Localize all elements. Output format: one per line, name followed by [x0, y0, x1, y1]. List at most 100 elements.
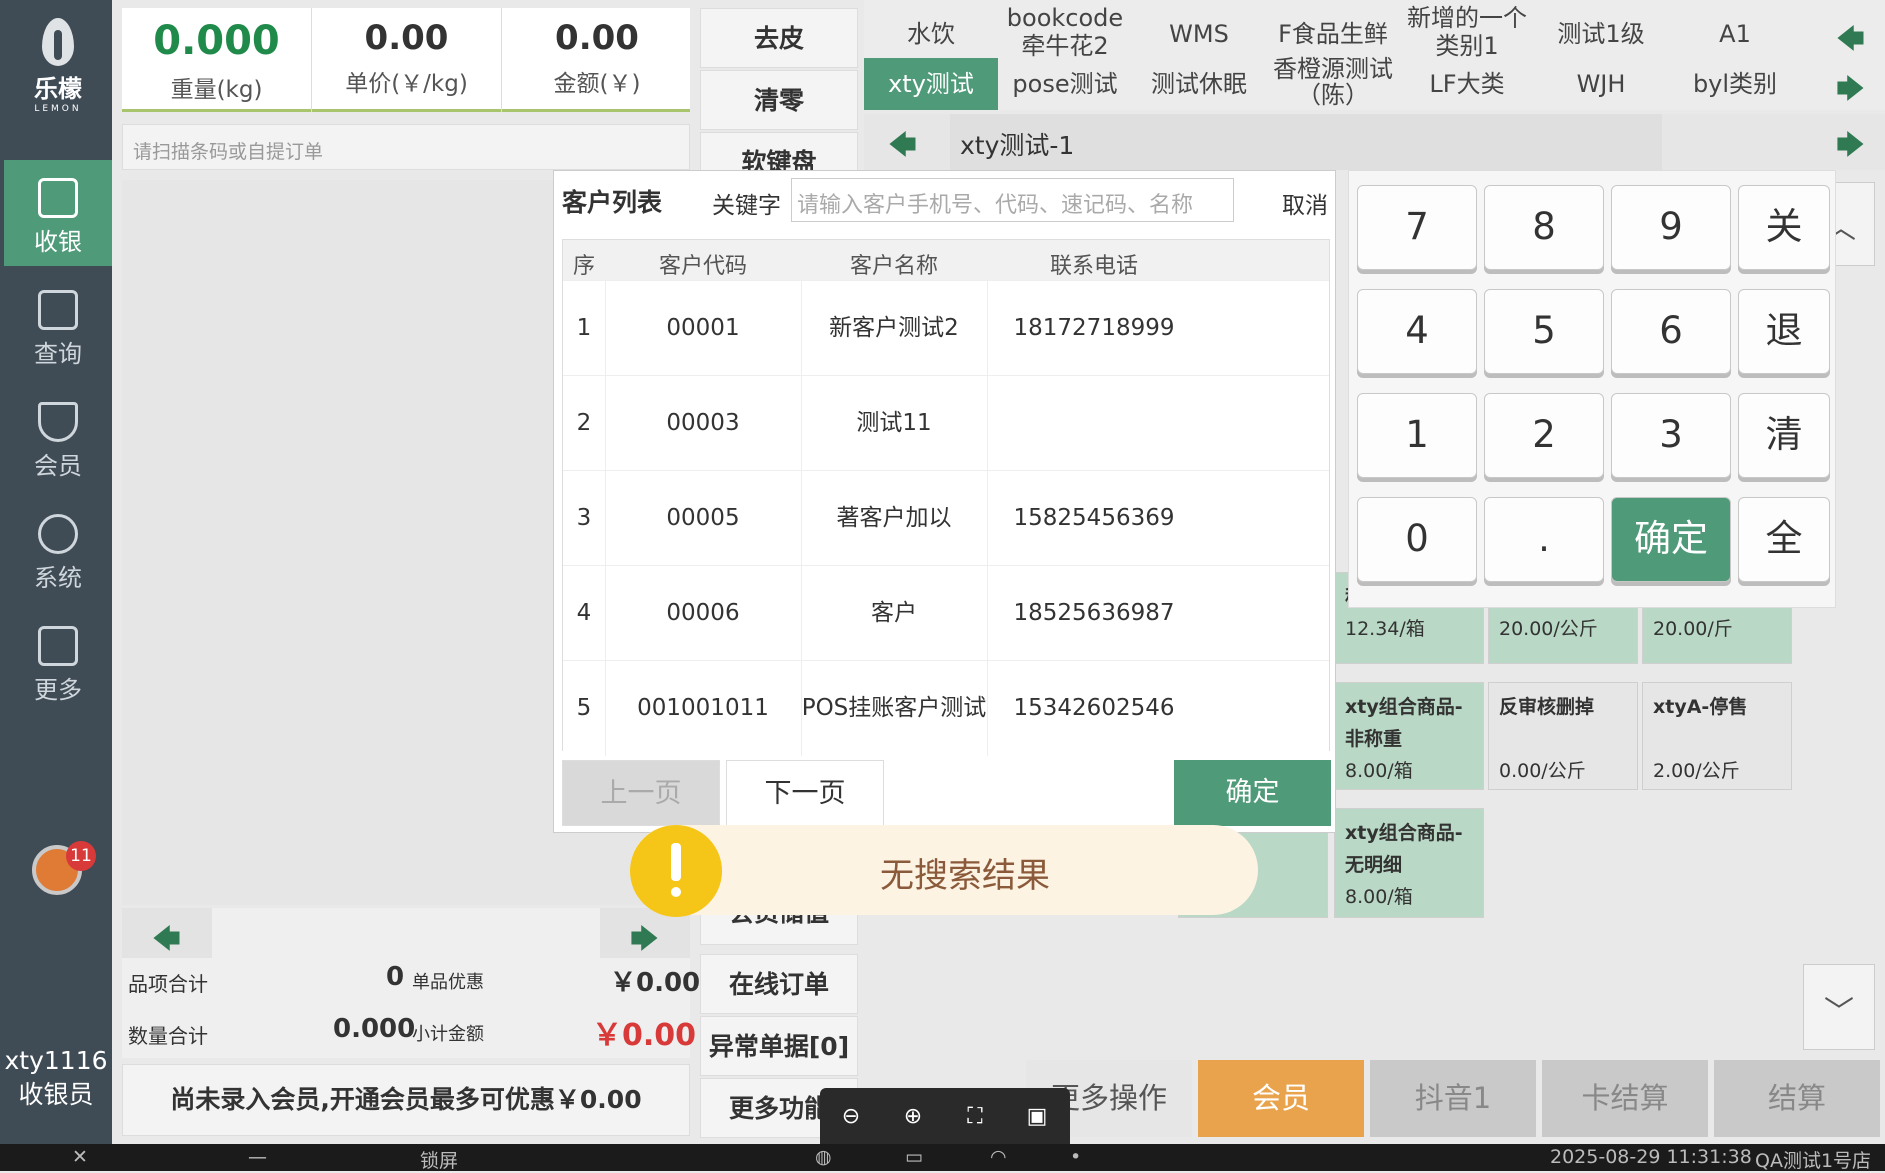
sidebar-item-query[interactable]: 查询 [4, 272, 112, 378]
table-row[interactable]: 4 00006 客户 18525636987 [563, 565, 1329, 661]
cell-phone: 15825456369 [1013, 505, 1175, 531]
key-backspace[interactable]: 退 [1738, 289, 1830, 374]
subcategory-prev-arrow-icon[interactable]: 🡄 [888, 124, 917, 172]
status-dot-icon: • [1070, 1146, 1082, 1168]
checkout-button[interactable]: 结算 [1714, 1060, 1880, 1137]
key-0[interactable]: 0 [1357, 497, 1477, 582]
items-total-label: 品项合计 [128, 972, 208, 996]
minimize-icon[interactable]: — [248, 1146, 267, 1168]
col-phone: 联系电话 [1049, 254, 1138, 279]
category-item-selected[interactable]: xty测试 [864, 58, 998, 110]
tare-button[interactable]: 去皮 [700, 8, 858, 68]
category-item[interactable]: WJH [1534, 70, 1668, 98]
lock-screen-button[interactable]: 锁屏 [420, 1146, 458, 1173]
subtotal-label: 小计金额 [412, 1024, 484, 1045]
sidebar-item-more[interactable]: 更多 [4, 608, 112, 714]
zoom-toolbar: ⊖ ⊕ ⛶ ▣ [820, 1088, 1070, 1152]
zoom-in-icon[interactable]: ⊕ [898, 1104, 928, 1134]
zoom-out-icon[interactable]: ⊖ [836, 1104, 866, 1134]
product-card[interactable]: xty组合商品- 无明细 8.00/箱 [1334, 808, 1484, 918]
online-orders-button[interactable]: 在线订单 [700, 954, 858, 1014]
key-1[interactable]: 1 [1357, 393, 1477, 478]
present-icon[interactable]: ▣ [1022, 1104, 1052, 1134]
category-item[interactable]: WMS [1132, 20, 1266, 48]
member-button[interactable]: 会员 [1198, 1060, 1364, 1137]
member-promo-banner[interactable]: 尚未录入会员,开通会员最多可优惠￥0.00 [122, 1064, 690, 1136]
cancel-button[interactable]: 取消 [1282, 186, 1328, 220]
product-price: 8.00/箱 [1345, 886, 1413, 908]
product-price: 2.00/公斤 [1653, 760, 1740, 782]
cart-pager: 🡄 🡆 [122, 908, 690, 958]
card-settle-button[interactable]: 卡结算 [1542, 1060, 1708, 1137]
key-select-all[interactable]: 全 [1738, 497, 1830, 582]
brand-sub: LEMON [34, 104, 82, 114]
table-row[interactable]: 2 00003 测试11 [563, 375, 1329, 471]
key-confirm[interactable]: 确定 [1611, 497, 1731, 582]
price-value: 0.00 [364, 18, 449, 58]
fullscreen-icon[interactable]: ⛶ [960, 1104, 990, 1134]
notification-badge: 11 [66, 841, 96, 871]
cell-name: 新客户测试2 [829, 315, 959, 341]
product-card[interactable]: xtyA-停售 2.00/公斤 [1642, 682, 1792, 790]
lemon-logo-icon [32, 14, 84, 74]
table-row[interactable]: 5 001001011 POS挂账客户测试 15342602546 [563, 660, 1329, 756]
table-row[interactable]: 3 00005 著客户加以 15825456369 [563, 470, 1329, 566]
close-icon[interactable]: ✕ [72, 1146, 88, 1168]
category-item[interactable]: LF大类 [1400, 70, 1534, 98]
key-dot[interactable]: . [1484, 497, 1604, 582]
key-2[interactable]: 2 [1484, 393, 1604, 478]
price-label: 单价(￥/kg) [345, 71, 468, 97]
zero-button[interactable]: 清零 [700, 70, 858, 130]
category-item[interactable]: 新增的一个 类别1 [1400, 4, 1534, 60]
notification-bell-icon[interactable]: 11 [32, 841, 96, 895]
sidebar-item-system[interactable]: 系统 [4, 496, 112, 602]
key-6[interactable]: 6 [1611, 289, 1731, 374]
key-4[interactable]: 4 [1357, 289, 1477, 374]
brand-name: 乐檬 [34, 75, 82, 103]
dialog-confirm-button[interactable]: 确定 [1174, 760, 1331, 826]
key-3[interactable]: 3 [1611, 393, 1731, 478]
category-item[interactable]: bookcode 牵牛花2 [998, 4, 1132, 60]
key-8[interactable]: 8 [1484, 185, 1604, 270]
soft-keyboard-button[interactable]: 软键盘 [700, 132, 858, 172]
product-price: 20.00/公斤 [1499, 618, 1598, 640]
key-clear[interactable]: 清 [1738, 393, 1830, 478]
subcategory-item[interactable]: xty测试-1 [950, 114, 1662, 170]
table-row[interactable]: 1 00001 新客户测试2 18172718999 [563, 280, 1329, 376]
customer-search-input[interactable]: 请输入客户手机号、代码、速记码、名称 [791, 178, 1234, 222]
price-cell: 0.00 单价(￥/kg) [312, 8, 502, 112]
sidebar-item-cashier[interactable]: 收银 [4, 160, 112, 266]
scroll-down-button[interactable]: ﹀ [1803, 964, 1875, 1050]
scan-input[interactable]: 请扫描条码或自提订单 [122, 124, 690, 170]
category-item[interactable]: 测试1级 [1534, 20, 1668, 48]
category-item[interactable]: 香橙源测试 （陈） [1266, 56, 1400, 108]
category-item[interactable]: pose测试 [998, 70, 1132, 98]
product-price: 20.00/斤 [1653, 618, 1733, 640]
product-card[interactable]: 反审核删掉 0.00/公斤 [1488, 682, 1638, 790]
key-7[interactable]: 7 [1357, 185, 1477, 270]
category-item[interactable]: A1 [1668, 20, 1802, 48]
key-close[interactable]: 关 [1738, 185, 1830, 270]
key-9[interactable]: 9 [1611, 185, 1731, 270]
next-page-button[interactable]: 下一页 [726, 760, 884, 826]
category-item[interactable]: byl类别 [1668, 70, 1802, 98]
abnormal-orders-button[interactable]: 异常单据[0] [700, 1016, 858, 1076]
amount-label: 金额(￥) [553, 71, 641, 97]
category-item[interactable]: 测试休眠 [1132, 70, 1266, 98]
category-prev-arrow-icon[interactable]: 🡄 [1836, 18, 1865, 66]
product-name: xty组合商品- 无明细 [1345, 822, 1463, 876]
sidebar-item-member[interactable]: 会员 [4, 384, 112, 490]
category-next-arrow-icon[interactable]: 🡆 [1836, 68, 1865, 116]
items-total-value: 0 [386, 962, 405, 992]
cell-code: 00003 [666, 410, 740, 436]
category-item[interactable]: 水饮 [864, 20, 998, 48]
category-item[interactable]: F食品生鲜 [1266, 20, 1400, 48]
douyin-button[interactable]: 抖音1 [1370, 1060, 1536, 1137]
summary-panel: 品项合计 0 单品优惠 ￥0.00 数量合计 0.000 小计金额 ￥0.00 [122, 958, 700, 1058]
subcategory-next-arrow-icon[interactable]: 🡆 [1836, 124, 1865, 172]
more-icon [38, 626, 78, 666]
product-card[interactable]: xty组合商品- 非称重 8.00/箱 [1334, 682, 1484, 790]
cell-code: 00001 [666, 315, 740, 341]
key-5[interactable]: 5 [1484, 289, 1604, 374]
prev-page-button[interactable]: 上一页 [562, 760, 720, 826]
